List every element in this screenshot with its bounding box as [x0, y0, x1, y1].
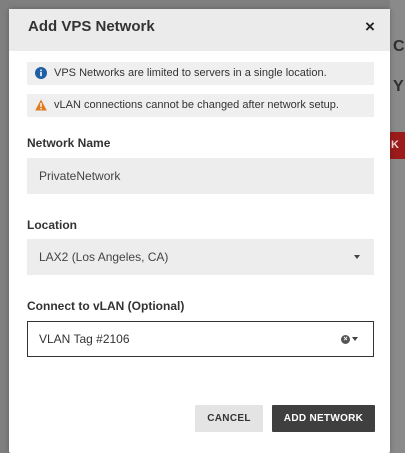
network-name-input[interactable]: PrivateNetwork — [27, 158, 374, 194]
cancel-button[interactable]: CANCEL — [195, 405, 263, 432]
add-vps-network-modal: Add VPS Network × VPS Networks are limit… — [9, 9, 390, 453]
location-label: Location — [27, 218, 77, 232]
background-text-fragment: Y — [393, 78, 404, 95]
vlan-select[interactable]: VLAN Tag #2106 × — [27, 321, 374, 357]
location-select-value: LAX2 (Los Angeles, CA) — [39, 250, 169, 264]
warning-notice: vLAN connections cannot be changed after… — [27, 94, 374, 117]
modal-header: Add VPS Network × — [9, 9, 390, 51]
vlan-label: Connect to vLAN (Optional) — [27, 299, 185, 313]
clear-icon[interactable]: × — [341, 335, 350, 344]
info-notice: VPS Networks are limited to servers in a… — [27, 62, 374, 85]
chevron-down-icon — [354, 255, 360, 259]
info-icon — [35, 67, 47, 79]
network-name-label: Network Name — [27, 136, 111, 150]
add-network-button[interactable]: ADD NETWORK — [272, 405, 375, 432]
background-text-fragment: C — [393, 38, 405, 55]
location-select[interactable]: LAX2 (Los Angeles, CA) — [27, 239, 374, 275]
close-icon[interactable]: × — [360, 15, 380, 39]
chevron-down-icon[interactable] — [352, 337, 358, 341]
warning-icon — [35, 99, 47, 111]
background-strip — [390, 0, 405, 453]
warning-notice-text: vLAN connections cannot be changed after… — [54, 99, 339, 111]
vlan-select-value: VLAN Tag #2106 — [39, 332, 130, 346]
info-notice-text: VPS Networks are limited to servers in a… — [54, 67, 327, 79]
background-red-button: K — [388, 132, 405, 159]
modal-title: Add VPS Network — [28, 18, 155, 35]
